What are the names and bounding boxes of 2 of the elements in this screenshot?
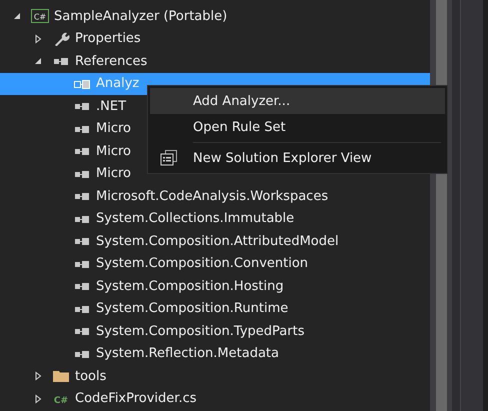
csharp-file-icon: C# (52, 392, 70, 406)
csharp-project-icon: C# (31, 9, 49, 24)
